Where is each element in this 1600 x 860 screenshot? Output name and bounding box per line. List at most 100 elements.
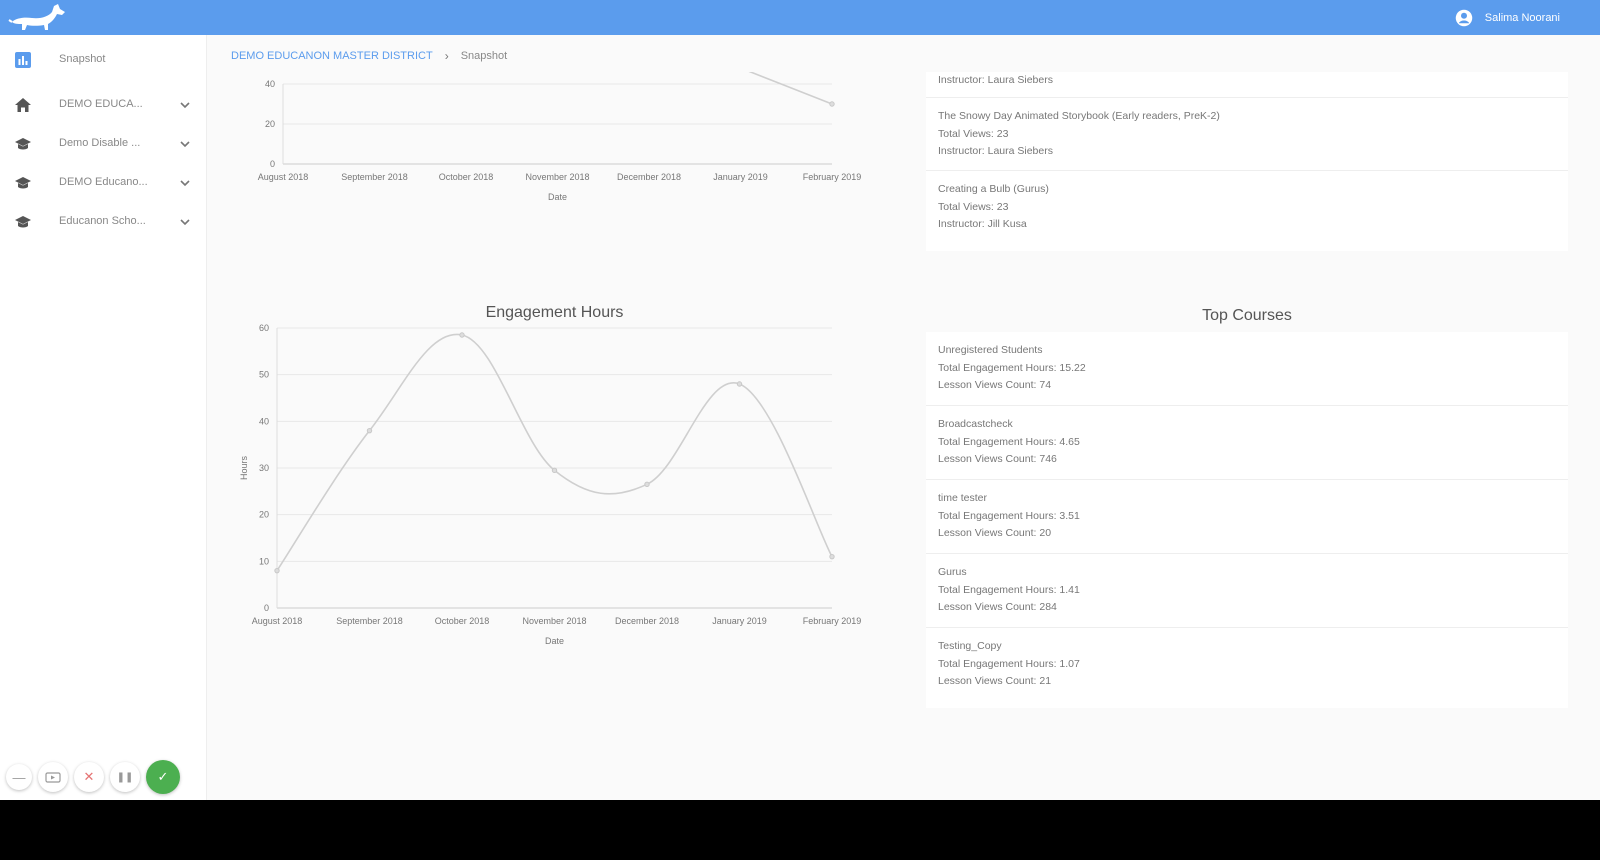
- pause-icon: ❚❚: [116, 771, 134, 783]
- y-axis-label: Hours: [239, 456, 249, 481]
- list-item[interactable]: Creating a Bulb (Gurus) Total Views: 23 …: [926, 171, 1568, 251]
- course-views: Lesson Views Count: 21: [938, 675, 1052, 687]
- breadcrumb-current: Snapshot: [460, 50, 508, 62]
- y-tick-label: 10: [259, 556, 269, 566]
- y-tick-label: 40: [265, 79, 275, 89]
- chevron-down-icon[interactable]: [178, 215, 192, 229]
- close-icon: ✕: [83, 769, 95, 784]
- finish-recording-button[interactable]: ✓: [146, 760, 180, 794]
- course-name: Unregistered Students: [938, 344, 1043, 356]
- camera-icon: [45, 772, 61, 783]
- y-tick-label: 40: [259, 416, 269, 426]
- school-icon: [15, 216, 31, 228]
- home-icon: [15, 98, 31, 112]
- top-lessons-panel: Instructor: Laura Siebers The Snowy Day …: [926, 72, 1568, 251]
- user-menu[interactable]: Salima Noorani: [1455, 0, 1560, 35]
- course-hours: Total Engagement Hours: 3.51: [938, 509, 1080, 522]
- list-item[interactable]: Broadcastcheck Total Engagement Hours: 4…: [926, 406, 1568, 480]
- check-icon: ✓: [157, 769, 169, 784]
- sidebar-item-demo-educa[interactable]: DEMO EDUCA...: [0, 88, 207, 122]
- chart-title: Engagement Hours: [486, 304, 624, 321]
- x-tick-label: November 2018: [525, 172, 589, 182]
- lesson-instructor: Instructor: Laura Siebers: [938, 74, 1053, 86]
- camera-button[interactable]: [38, 762, 68, 792]
- course-hours: Total Engagement Hours: 1.41: [938, 583, 1080, 596]
- course-hours: Total Engagement Hours: 1.07: [938, 657, 1080, 670]
- recording-controls: — ✕ ❚❚ ✓: [6, 760, 180, 794]
- course-views: Lesson Views Count: 746: [938, 453, 1057, 465]
- engagement-hours-chart: Engagement Hours 0 10 20 30 40 50 60 August 2018…: [239, 304, 861, 646]
- top-bar: Salima Noorani: [0, 0, 1600, 35]
- x-tick-label: September 2018: [341, 172, 408, 182]
- sidebar-item-educanon-scho[interactable]: Educanon Scho...: [0, 205, 207, 239]
- user-name: Salima Noorani: [1484, 11, 1560, 24]
- series-line: [748, 72, 833, 105]
- x-tick-label: December 2018: [615, 616, 679, 626]
- x-tick-label: January 2019: [712, 616, 767, 626]
- x-tick-label: October 2018: [435, 616, 490, 626]
- list-item[interactable]: time tester Total Engagement Hours: 3.51…: [926, 480, 1568, 554]
- x-axis-label: Date: [548, 192, 567, 202]
- school-icon: [15, 138, 31, 150]
- data-point: [366, 427, 373, 434]
- chevron-down-icon[interactable]: [178, 176, 192, 190]
- y-tick-label: 0: [264, 603, 269, 613]
- sidebar-item-label: Educanon Scho...: [59, 215, 146, 227]
- course-name: Gurus: [938, 566, 967, 578]
- y-tick-label: 30: [259, 463, 269, 473]
- top-courses-panel: Unregistered Students Total Engagement H…: [926, 332, 1568, 708]
- x-tick-label: September 2018: [336, 616, 403, 626]
- breadcrumb-district-link[interactable]: DEMO EDUCANON MASTER DISTRICT: [231, 50, 433, 62]
- minimize-button[interactable]: —: [6, 764, 32, 790]
- sidebar-item-label: DEMO EDUCA...: [59, 98, 143, 110]
- top-courses-title: Top Courses: [1202, 307, 1292, 324]
- list-item: Instructor: Laura Siebers: [926, 72, 1568, 98]
- x-tick-label: November 2018: [522, 616, 586, 626]
- y-tick-label: 20: [259, 510, 269, 520]
- cancel-recording-button[interactable]: ✕: [74, 762, 104, 792]
- sidebar-item-label: Snapshot: [59, 53, 106, 65]
- logo-icon[interactable]: [8, 0, 66, 33]
- sidebar-item-label: DEMO Educano...: [59, 176, 148, 188]
- y-tick-label: 0: [270, 159, 275, 169]
- sidebar: Snapshot DEMO EDUCA... Demo Disable ...: [0, 35, 207, 800]
- data-point: [644, 481, 650, 488]
- course-name: Testing_Copy: [938, 640, 1002, 652]
- course-name: time tester: [938, 492, 988, 504]
- account-icon: [1455, 9, 1473, 26]
- y-tick-label: 50: [259, 370, 269, 380]
- course-hours: Total Engagement Hours: 15.22: [938, 361, 1086, 374]
- x-tick-label: August 2018: [258, 172, 309, 182]
- lesson-title: Creating a Bulb (Gurus): [938, 183, 1049, 195]
- sidebar-item-label: Demo Disable ...: [59, 137, 141, 149]
- sidebar-item-snapshot[interactable]: Snapshot: [0, 43, 207, 77]
- pause-button[interactable]: ❚❚: [110, 762, 140, 792]
- course-views: Lesson Views Count: 20: [938, 527, 1052, 539]
- data-point: [829, 553, 835, 560]
- chevron-down-icon[interactable]: [178, 98, 192, 112]
- y-tick-label: 60: [259, 323, 269, 333]
- lesson-title: The Snowy Day Animated Storybook (Early …: [938, 110, 1220, 122]
- list-item[interactable]: Unregistered Students Total Engagement H…: [926, 332, 1568, 406]
- y-tick-label: 20: [265, 119, 275, 129]
- list-item[interactable]: The Snowy Day Animated Storybook (Early …: [926, 98, 1568, 171]
- app-window: Salima Noorani Snapshot DEMO EDUCA... De…: [0, 0, 1600, 800]
- sidebar-item-demo-disable[interactable]: Demo Disable ...: [0, 127, 207, 161]
- x-tick-label: October 2018: [439, 172, 494, 182]
- course-name: Broadcastcheck: [938, 418, 1013, 430]
- sidebar-item-demo-educano[interactable]: DEMO Educano...: [0, 166, 207, 200]
- school-icon: [15, 177, 31, 189]
- data-point: [736, 381, 743, 387]
- chevron-right-icon: ›: [444, 49, 449, 63]
- x-tick-label: August 2018: [252, 616, 303, 626]
- x-axis-label: Date: [545, 636, 564, 646]
- chevron-down-icon[interactable]: [178, 137, 192, 151]
- x-tick-label: February 2019: [803, 172, 862, 182]
- lesson-views: Total Views: 23: [938, 127, 1009, 140]
- course-views: Lesson Views Count: 74: [938, 379, 1052, 391]
- list-item[interactable]: Gurus Total Engagement Hours: 1.41 Lesso…: [926, 554, 1568, 628]
- list-item[interactable]: Testing_Copy Total Engagement Hours: 1.0…: [926, 628, 1568, 708]
- course-hours: Total Engagement Hours: 4.65: [938, 435, 1080, 448]
- breadcrumb: DEMO EDUCANON MASTER DISTRICT › Snapshot: [231, 49, 507, 63]
- data-point: [274, 567, 280, 574]
